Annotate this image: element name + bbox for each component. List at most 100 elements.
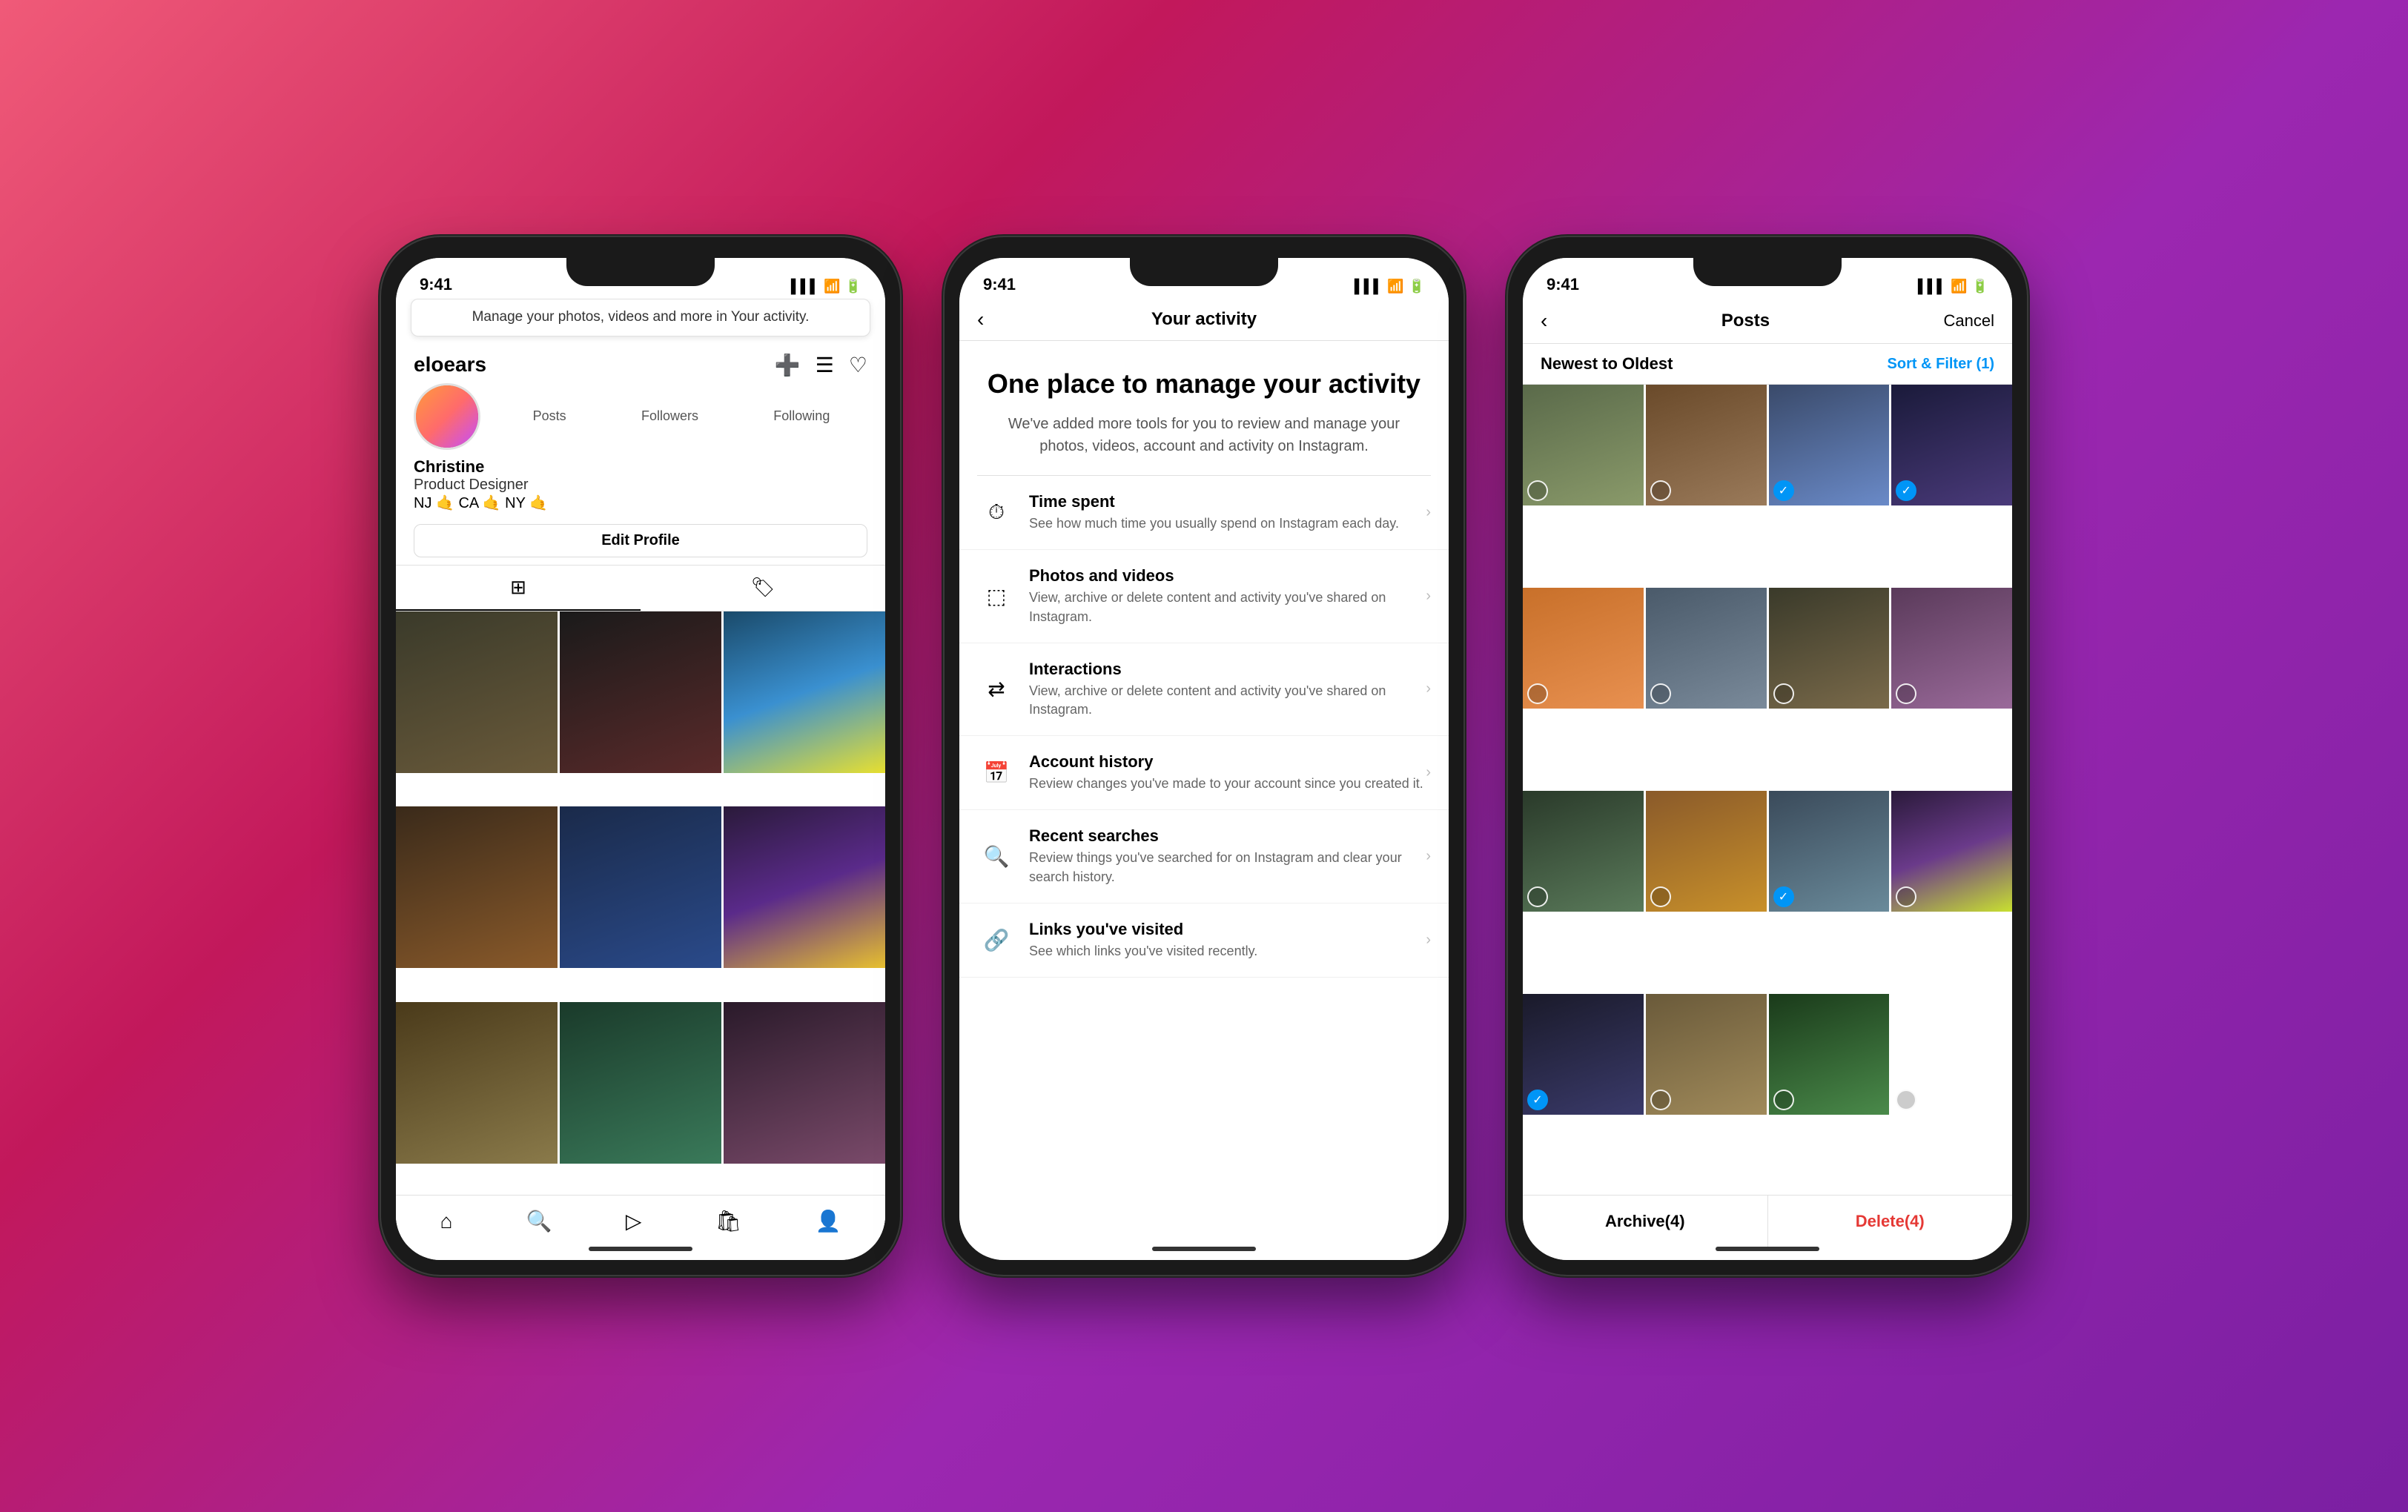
heart-icon[interactable]: ♡ xyxy=(849,353,867,377)
photo-cell xyxy=(724,1002,885,1164)
profile-icon[interactable]: 👤 xyxy=(815,1209,841,1233)
post-cell-8[interactable] xyxy=(1891,588,2012,709)
post-cell-14[interactable] xyxy=(1646,994,1767,1115)
notch-3 xyxy=(1693,258,1842,286)
status-time-1: 9:41 xyxy=(420,275,452,294)
post-cell-15[interactable] xyxy=(1769,994,1890,1115)
status-time-3: 9:41 xyxy=(1547,275,1579,294)
post-cell-1[interactable] xyxy=(1523,385,1644,505)
photos-videos-desc: View, archive or delete content and acti… xyxy=(1029,588,1426,626)
shop-icon[interactable]: 🛍 xyxy=(715,1209,742,1233)
post-cell-11[interactable]: ✓ xyxy=(1769,791,1890,912)
post-cell-2[interactable] xyxy=(1646,385,1767,505)
profile-username: eloears xyxy=(414,353,486,377)
post-checkbox-15[interactable] xyxy=(1773,1090,1794,1110)
post-cell-10[interactable] xyxy=(1646,791,1767,912)
post-cell-16[interactable] xyxy=(1891,994,2012,1115)
phone-activity: 9:41 ▌▌▌ 📶 🔋 ‹ Your activity One place t… xyxy=(945,237,1463,1275)
search-icon[interactable]: 🔍 xyxy=(526,1209,552,1233)
links-visited-title: Links you've visited xyxy=(1029,920,1426,939)
status-icons-1: ▌▌▌ 📶 🔋 xyxy=(791,279,861,294)
post-cell-6[interactable] xyxy=(1646,588,1767,709)
activity-item-recent-searches[interactable]: 🔍 Recent searches Review things you've s… xyxy=(959,810,1449,903)
back-button-3[interactable]: ‹ xyxy=(1541,309,1547,333)
post-checkbox-12[interactable] xyxy=(1896,886,1916,907)
posts-grid: ✓ ✓ xyxy=(1523,385,2012,1195)
post-cell-12[interactable] xyxy=(1891,791,2012,912)
recent-searches-title: Recent searches xyxy=(1029,826,1426,846)
notch-1 xyxy=(566,258,715,286)
phone-screen-3: 9:41 ▌▌▌ 📶 🔋 ‹ Posts Cancel Newest to Ol… xyxy=(1523,258,2012,1260)
chevron-right-icon-6: › xyxy=(1426,932,1431,949)
phone-profile: 9:41 ▌▌▌ 📶 🔋 Manage your photos, videos … xyxy=(381,237,900,1275)
reels-icon[interactable]: ▷ xyxy=(626,1209,642,1233)
phone-screen-2: 9:41 ▌▌▌ 📶 🔋 ‹ Your activity One place t… xyxy=(959,258,1449,1260)
profile-location: NJ 🤙 CA 🤙 NY 🤙 xyxy=(414,494,867,512)
post-cell-4[interactable]: ✓ xyxy=(1891,385,2012,505)
cancel-button[interactable]: Cancel xyxy=(1944,311,1994,331)
post-checkbox-10[interactable] xyxy=(1650,886,1671,907)
activity-title: Your activity xyxy=(1151,309,1257,330)
post-checkbox-5[interactable] xyxy=(1527,683,1548,704)
photos-videos-title: Photos and videos xyxy=(1029,566,1426,586)
status-time-2: 9:41 xyxy=(983,275,1016,294)
time-spent-text: Time spent See how much time you usually… xyxy=(1029,492,1426,533)
edit-profile-button[interactable]: Edit Profile xyxy=(414,524,867,557)
profile-header: eloears ➕ ☰ ♡ xyxy=(396,342,885,383)
posts-bottom-bar: Archive(4) Delete(4) xyxy=(1523,1195,2012,1247)
activity-item-time-spent[interactable]: ⏱ Time spent See how much time you usual… xyxy=(959,476,1449,550)
activity-hero: One place to manage your activity We've … xyxy=(959,341,1449,475)
post-cell-3[interactable]: ✓ xyxy=(1769,385,1890,505)
post-cell-9[interactable] xyxy=(1523,791,1644,912)
tag-tab[interactable]: 🏷 xyxy=(641,566,885,611)
home-indicator-1 xyxy=(589,1247,692,1251)
account-history-title: Account history xyxy=(1029,752,1426,772)
account-history-desc: Review changes you've made to your accou… xyxy=(1029,775,1426,793)
post-checkbox-1[interactable] xyxy=(1527,480,1548,501)
bottom-nav: ⌂ 🔍 ▷ 🛍 👤 xyxy=(396,1195,885,1247)
home-icon[interactable]: ⌂ xyxy=(440,1210,453,1233)
post-checkbox-16[interactable] xyxy=(1896,1090,1916,1110)
home-indicator-3 xyxy=(1716,1247,1819,1251)
activity-item-photos-videos[interactable]: ⬚ Photos and videos View, archive or del… xyxy=(959,550,1449,643)
activity-item-links-visited[interactable]: 🔗 Links you've visited See which links y… xyxy=(959,903,1449,978)
grid-tab[interactable]: ⊞ xyxy=(396,566,641,611)
add-icon[interactable]: ➕ xyxy=(775,353,801,377)
post-checkbox-3[interactable]: ✓ xyxy=(1773,480,1794,501)
post-checkbox-8[interactable] xyxy=(1896,683,1916,704)
activity-item-account-history[interactable]: 📅 Account history Review changes you've … xyxy=(959,736,1449,810)
delete-button[interactable]: Delete(4) xyxy=(1768,1196,2013,1247)
post-cell-13[interactable]: ✓ xyxy=(1523,994,1644,1115)
post-checkbox-7[interactable] xyxy=(1773,683,1794,704)
tag-icon: 🏷 xyxy=(750,576,775,599)
phone-posts: 9:41 ▌▌▌ 📶 🔋 ‹ Posts Cancel Newest to Ol… xyxy=(1508,237,2027,1275)
sort-filter-button[interactable]: Sort & Filter (1) xyxy=(1888,356,1994,373)
chevron-right-icon-4: › xyxy=(1426,764,1431,781)
post-checkbox-2[interactable] xyxy=(1650,480,1671,501)
home-indicator-2 xyxy=(1152,1247,1256,1251)
post-cell-5[interactable] xyxy=(1523,588,1644,709)
time-spent-title: Time spent xyxy=(1029,492,1426,511)
post-checkbox-4[interactable]: ✓ xyxy=(1896,480,1916,501)
battery-icon-3: 🔋 xyxy=(1972,279,1988,294)
archive-button[interactable]: Archive(4) xyxy=(1523,1196,1768,1247)
phone-screen-1: 9:41 ▌▌▌ 📶 🔋 Manage your photos, videos … xyxy=(396,258,885,1260)
photo-grid xyxy=(396,611,885,1195)
posts-screen: ‹ Posts Cancel Newest to Oldest Sort & F… xyxy=(1523,299,2012,1260)
post-checkbox-14[interactable] xyxy=(1650,1090,1671,1110)
post-checkbox-6[interactable] xyxy=(1650,683,1671,704)
back-button-2[interactable]: ‹ xyxy=(977,308,984,331)
activity-item-interactions[interactable]: ⇄ Interactions View, archive or delete c… xyxy=(959,643,1449,736)
grid-icon: ⊞ xyxy=(510,576,526,599)
signal-icon: ▌▌▌ xyxy=(791,279,819,294)
post-checkbox-9[interactable] xyxy=(1527,886,1548,907)
activity-hero-desc: We've added more tools for you to review… xyxy=(983,413,1425,457)
recent-searches-text: Recent searches Review things you've sea… xyxy=(1029,826,1426,886)
menu-icon[interactable]: ☰ xyxy=(816,353,834,377)
photo-cell xyxy=(396,806,558,968)
activity-screen: ‹ Your activity One place to manage your… xyxy=(959,299,1449,1260)
post-cell-7[interactable] xyxy=(1769,588,1890,709)
tooltip-banner: Manage your photos, videos and more in Y… xyxy=(411,299,870,336)
post-checkbox-13[interactable]: ✓ xyxy=(1527,1090,1548,1110)
post-checkbox-11[interactable]: ✓ xyxy=(1773,886,1794,907)
